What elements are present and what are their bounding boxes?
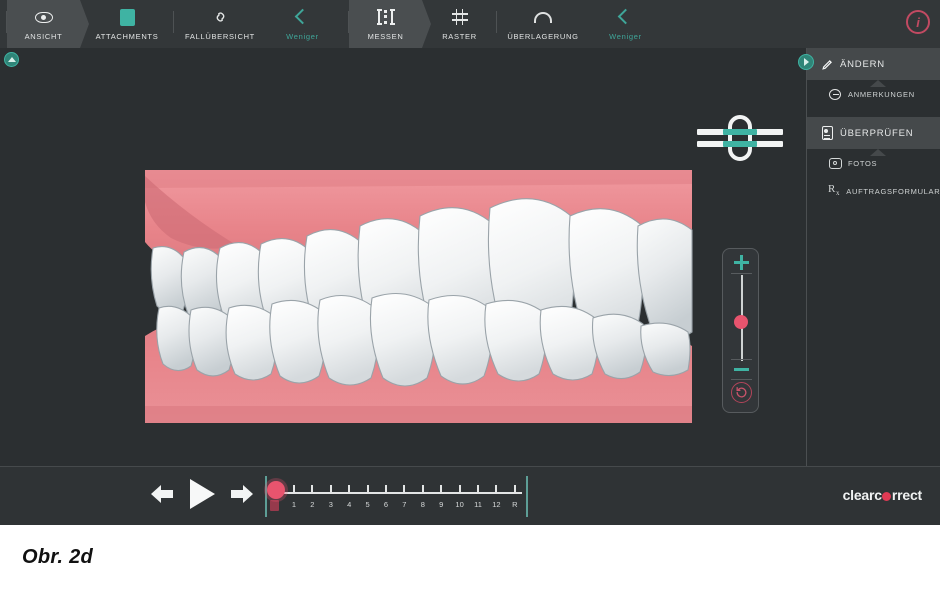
timeline-initial-marker [270, 500, 279, 511]
rx-icon: Rx [828, 184, 840, 197]
zoom-out-button[interactable] [730, 361, 753, 378]
timeline-labels: 123456789101112R [265, 500, 528, 514]
tab-weniger-measure-label: Weniger [609, 32, 642, 41]
tab-attachments[interactable]: ATTACHMENTS [81, 0, 173, 48]
tab-messen[interactable]: MESSEN [349, 0, 422, 48]
timeline-tick [495, 485, 497, 494]
arc-icon [534, 7, 552, 27]
toolbar-group-view: ANSICHT ATTACHMENTS FALLÜBERSICHT We [6, 0, 339, 48]
timeline-tick [367, 485, 369, 494]
tab-uberlagerung-label: ÜBERLAGERUNG [507, 32, 578, 41]
camera-icon [828, 158, 842, 169]
next-step-button[interactable] [228, 481, 256, 507]
timeline-label[interactable]: 9 [439, 500, 443, 509]
tab-ansicht[interactable]: ANSICHT [7, 0, 80, 48]
link-icon [212, 7, 229, 27]
timeline-tick [459, 485, 461, 494]
panel-section-uberprufen[interactable]: ÜBERPRÜFEN [807, 117, 940, 149]
timeline-label[interactable]: 2 [310, 500, 314, 509]
tab-attachments-label: ATTACHMENTS [96, 32, 159, 41]
timeline-label[interactable]: 8 [421, 500, 425, 509]
tab-weniger-view[interactable]: Weniger [266, 0, 339, 48]
grid-icon [452, 7, 468, 27]
info-icon[interactable]: i [906, 10, 930, 34]
eye-icon [35, 7, 53, 27]
tab-weniger-view-label: Weniger [286, 32, 319, 41]
playback-controls [148, 477, 256, 511]
timeline-tick [422, 485, 424, 494]
toolbar-group-measure: MESSEN RASTER ÜBERLAGERUNG [348, 0, 662, 48]
panel-section-andern-label: ÄNDERN [840, 59, 885, 70]
clearcorrect-logo: clearc rrect [843, 487, 922, 503]
timeline-tick [477, 485, 479, 494]
chevron-left-icon [297, 7, 308, 27]
timeline-tick [348, 485, 350, 494]
occlusion-indicator-icon[interactable] [697, 113, 783, 163]
viewport-3d[interactable] [0, 48, 806, 466]
timeline-label[interactable]: 1 [292, 500, 296, 509]
panel-item-fotos-label: FOTOS [848, 159, 877, 168]
logo-text-post: rrect [892, 487, 922, 503]
timeline-current-step-handle[interactable] [267, 481, 285, 499]
right-side-panel: ÄNDERN ANMERKUNGEN ÜBERPRÜFEN FOTOS Rx A… [806, 48, 940, 466]
timeline-tick [440, 485, 442, 494]
reset-view-button[interactable] [731, 382, 752, 403]
tab-ansicht-label: ANSICHT [25, 32, 63, 41]
zoom-slider-control[interactable] [722, 248, 759, 413]
collapse-toolbar-button[interactable] [4, 52, 19, 67]
tab-fallubersicht-label: FALLÜBERSICHT [185, 32, 255, 41]
treatment-step-timeline[interactable]: 123456789101112R [265, 474, 528, 519]
timeline-label[interactable]: 5 [366, 500, 370, 509]
top-toolbar: ANSICHT ATTACHMENTS FALLÜBERSICHT We [0, 0, 940, 48]
tab-uberlagerung[interactable]: ÜBERLAGERUNG [497, 0, 589, 48]
minus-icon [734, 368, 749, 371]
panel-section-andern[interactable]: ÄNDERN [807, 48, 940, 80]
logo-dot-icon [882, 492, 891, 501]
tab-raster-label: RASTER [442, 32, 477, 41]
expand-panel-button[interactable] [798, 54, 814, 70]
timeline-label[interactable]: 3 [329, 500, 333, 509]
tab-raster[interactable]: RASTER [423, 0, 496, 48]
bottom-bar: 123456789101112R clearcrrect [0, 466, 940, 525]
timeline-label[interactable]: R [512, 500, 517, 509]
pencil-icon [820, 58, 834, 71]
panel-item-auftragsformular[interactable]: Rx AUFTRAGSFORMULAR [807, 177, 940, 205]
tab-messen-label: MESSEN [368, 32, 404, 41]
figure-caption-text: Obr. 2d [22, 546, 93, 569]
measure-icon [378, 7, 394, 27]
timeline-label[interactable]: 10 [455, 500, 463, 509]
timeline-label[interactable]: 4 [347, 500, 351, 509]
arrow-right-icon [804, 58, 809, 66]
timeline-label[interactable]: 11 [474, 500, 482, 509]
reset-icon [735, 386, 748, 399]
timeline-tick [293, 485, 295, 494]
square-icon [120, 7, 135, 27]
zoom-handle[interactable] [734, 315, 748, 329]
timeline-label[interactable]: 6 [384, 500, 388, 509]
figure-caption: Obr. 2d [0, 525, 940, 600]
timeline-label[interactable]: 12 [492, 500, 500, 509]
clearcorrect-app-window: ANSICHT ATTACHMENTS FALLÜBERSICHT We [0, 0, 940, 525]
timeline-tick [330, 485, 332, 494]
previous-step-button[interactable] [148, 481, 176, 507]
timeline-tick [514, 485, 516, 494]
panel-item-auftragsformular-label: AUFTRAGSFORMULAR [846, 187, 940, 196]
comment-icon [828, 89, 842, 100]
tab-fallubersicht[interactable]: FALLÜBERSICHT [174, 0, 266, 48]
panel-section-uberprufen-label: ÜBERPRÜFEN [840, 128, 913, 139]
logo-text-pre: clearc [843, 487, 882, 503]
dental-arch-model[interactable] [143, 168, 694, 425]
timeline-tick [385, 485, 387, 494]
arrow-up-icon [8, 57, 16, 62]
timeline-tick [311, 485, 313, 494]
chevron-left-icon [620, 7, 631, 27]
play-button[interactable] [185, 477, 219, 511]
plus-icon [734, 255, 749, 270]
timeline-tick [403, 485, 405, 494]
panel-item-anmerkungen-label: ANMERKUNGEN [848, 90, 915, 99]
document-icon [820, 126, 834, 140]
zoom-in-button[interactable] [730, 254, 753, 271]
tab-weniger-measure[interactable]: Weniger [589, 0, 662, 48]
timeline-label[interactable]: 7 [402, 500, 406, 509]
